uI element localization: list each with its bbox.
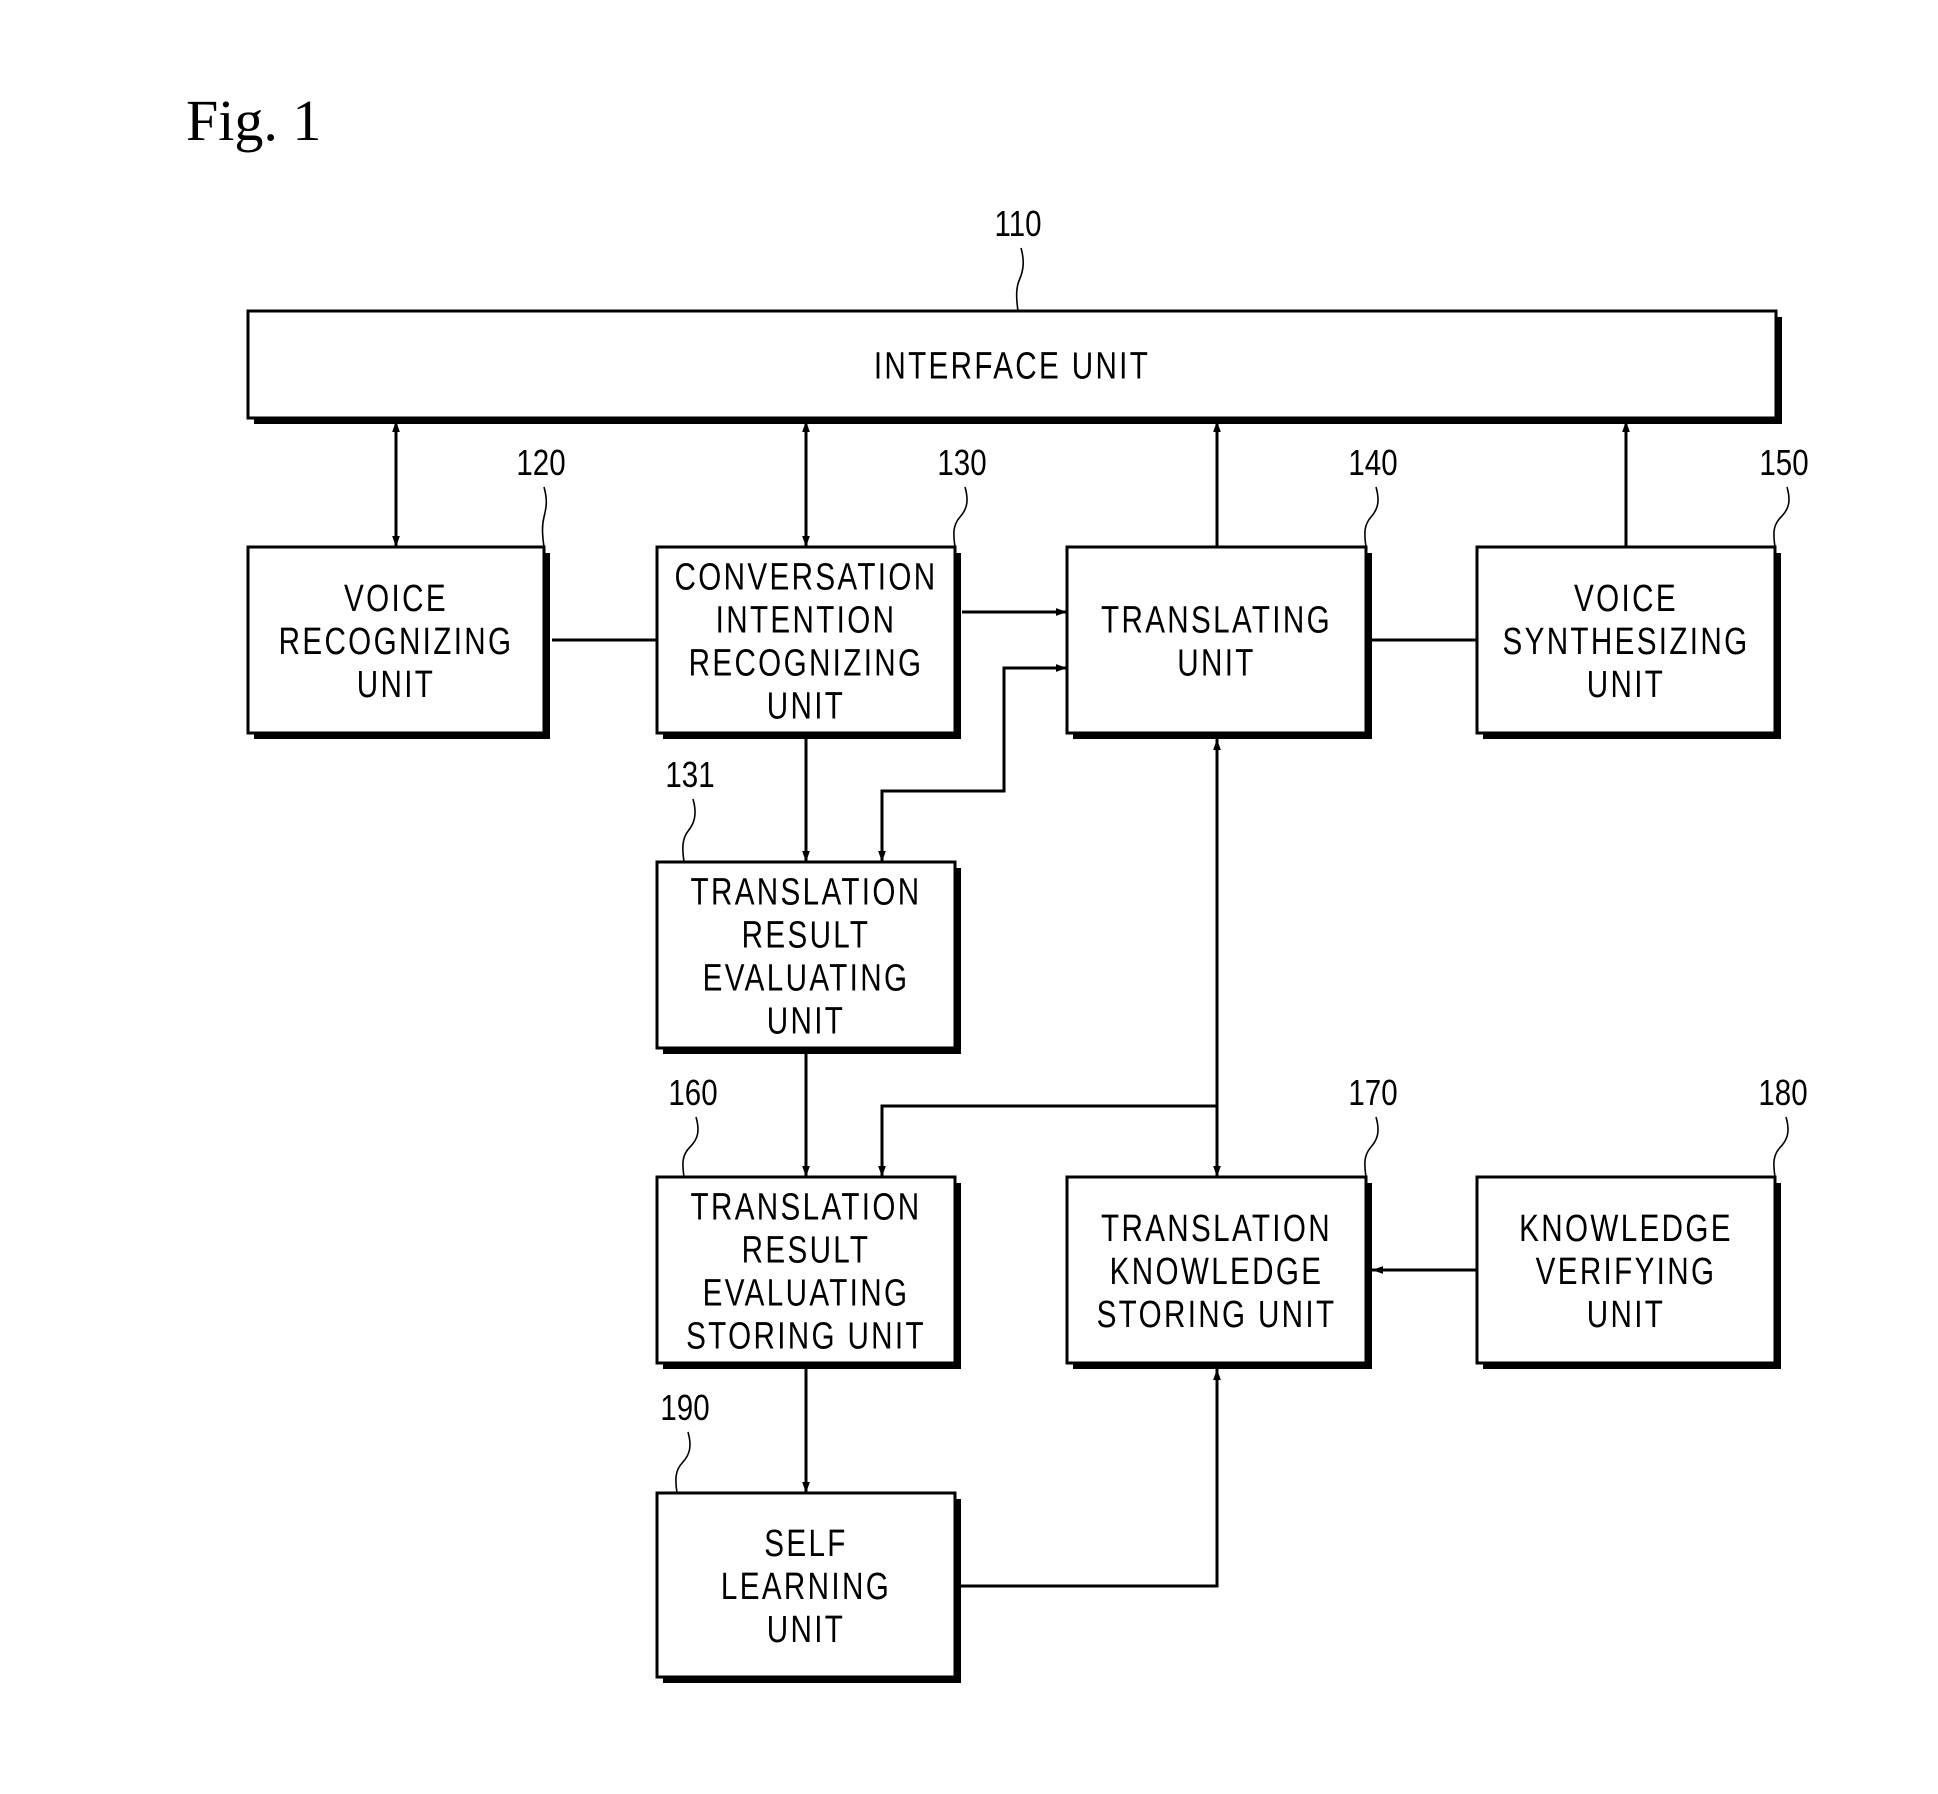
block-text-line: RESULT — [742, 914, 871, 956]
block-text-line: TRANSLATION — [1101, 1208, 1332, 1250]
block-translating: TRANSLATINGUNIT — [1065, 545, 1372, 739]
reference-number-180: 180 — [1758, 1072, 1807, 1112]
reference-number-150: 150 — [1759, 442, 1808, 482]
block-text-line: SYNTHESIZING — [1502, 621, 1749, 663]
reference-number-130: 130 — [937, 442, 986, 482]
reference-leader-line — [682, 1116, 699, 1178]
block-voice-syn: VOICESYNTHESIZINGUNIT — [1475, 545, 1781, 739]
block-diagram: INTERFACE UNITVOICERECOGNIZINGUNITCONVER… — [246, 203, 1809, 1683]
block-text-line: STORING UNIT — [686, 1315, 926, 1357]
reference-leader-line — [1364, 1116, 1379, 1178]
block-text-line: UNIT — [767, 1609, 845, 1651]
block-text-line: TRANSLATION — [691, 1186, 922, 1228]
reference-number-160: 160 — [668, 1072, 717, 1112]
block-text-line: EVALUATING — [703, 957, 910, 999]
block-text-line: TRANSLATING — [1101, 599, 1332, 641]
block-text-line: LEARNING — [721, 1566, 891, 1608]
block-text-line: UNIT — [767, 1000, 845, 1042]
block-text-line: UNIT — [767, 685, 845, 727]
reference-leader-line — [1015, 247, 1025, 312]
reference-leader-line — [682, 798, 696, 863]
block-text-line: RESULT — [742, 1229, 871, 1271]
reference-number-170: 170 — [1348, 1072, 1397, 1112]
block-text-line: KNOWLEDGE — [1519, 1208, 1733, 1250]
block-text-line: INTERFACE UNIT — [874, 345, 1150, 387]
block-text-line: UNIT — [1587, 664, 1665, 706]
reference-leader-line — [953, 486, 968, 548]
block-text-line: CONVERSATION — [675, 556, 938, 598]
block-tr-know-store: TRANSLATIONKNOWLEDGESTORING UNIT — [1065, 1175, 1372, 1369]
reference-number-140: 140 — [1348, 442, 1397, 482]
block-text-line: TRANSLATION — [691, 871, 922, 913]
block-text-line: STORING UNIT — [1097, 1294, 1337, 1336]
reference-number-131: 131 — [665, 754, 714, 794]
block-voice-rec: VOICERECOGNIZINGUNIT — [246, 545, 550, 739]
block-text-line: EVALUATING — [703, 1272, 910, 1314]
block-text-line: UNIT — [1177, 642, 1255, 684]
reference-leader-line — [541, 486, 548, 548]
block-text-line: SELF — [764, 1523, 847, 1565]
block-text-line: UNIT — [357, 664, 435, 706]
reference-leader-line — [1773, 486, 1790, 548]
reference-number-110: 110 — [994, 203, 1041, 243]
block-tr-eval-store: TRANSLATIONRESULTEVALUATINGSTORING UNIT — [655, 1175, 961, 1369]
block-text-line: INTENTION — [716, 599, 897, 641]
block-text-line: KNOWLEDGE — [1110, 1251, 1324, 1293]
blocks-layer: INTERFACE UNITVOICERECOGNIZINGUNITCONVER… — [246, 309, 1782, 1683]
block-text-line: VERIFYING — [1536, 1251, 1717, 1293]
reference-leader-line — [675, 1431, 691, 1494]
block-text-line: RECOGNIZING — [279, 621, 514, 663]
block-conv-int: CONVERSATIONINTENTIONRECOGNIZINGUNIT — [655, 545, 961, 739]
block-interface: INTERFACE UNIT — [246, 309, 1782, 424]
block-know-verify: KNOWLEDGEVERIFYINGUNIT — [1475, 1175, 1781, 1369]
block-text-line: VOICE — [344, 578, 448, 620]
edge-branch-tr-eval-store — [878, 1104, 1217, 1177]
block-text-line: RECOGNIZING — [689, 642, 924, 684]
reference-number-190: 190 — [660, 1387, 709, 1427]
block-text-line: VOICE — [1574, 578, 1678, 620]
edge-self-learn-tr-know-store — [961, 1369, 1221, 1588]
reference-number-120: 120 — [516, 442, 565, 482]
block-self-learn: SELFLEARNINGUNIT — [655, 1491, 961, 1683]
reference-leader-line — [1364, 486, 1379, 548]
reference-leader-line — [1773, 1116, 1789, 1178]
connections-layer — [392, 421, 1630, 1588]
block-text-line: UNIT — [1587, 1294, 1665, 1336]
block-tr-eval: TRANSLATIONRESULTEVALUATINGUNIT — [655, 860, 961, 1054]
